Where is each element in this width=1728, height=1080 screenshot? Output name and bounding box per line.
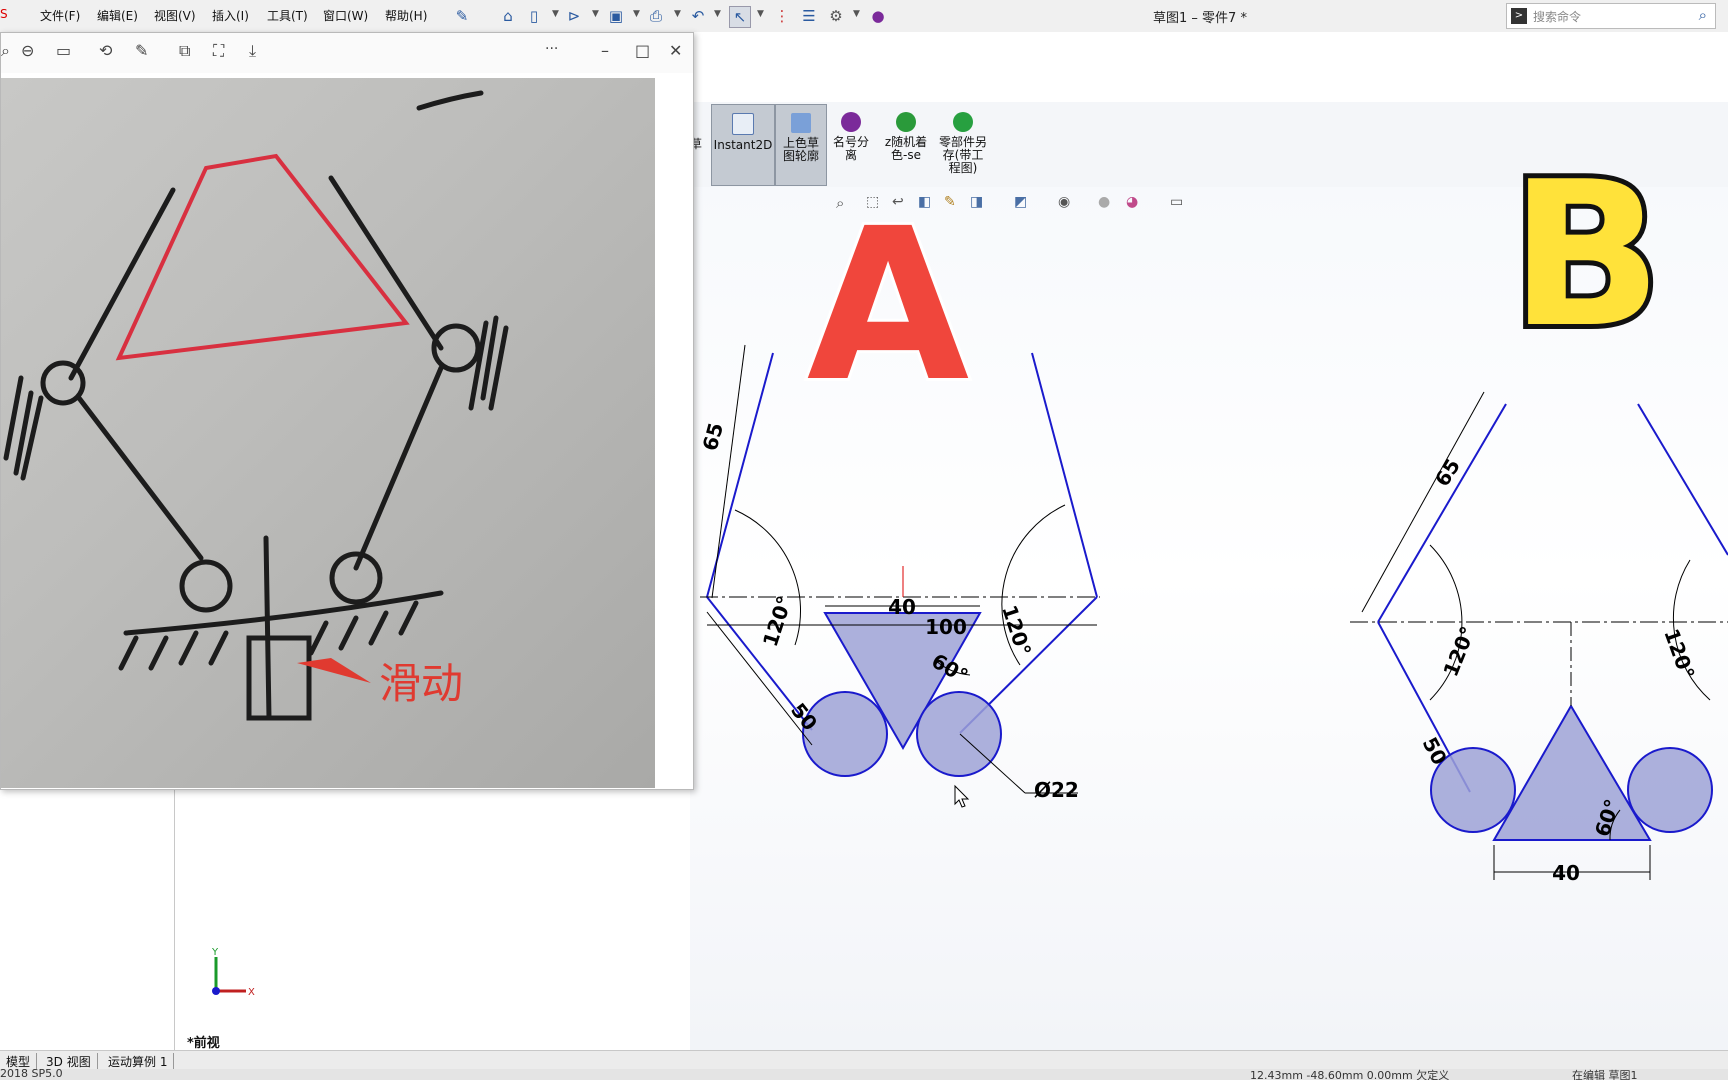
sketch-b-dim-angle-right[interactable]: 120° bbox=[1659, 626, 1699, 683]
hand-sketch-drawing: 滑动 bbox=[3, 90, 509, 721]
sketch-left-lower-link bbox=[76, 395, 204, 561]
bottom-tab-bar: 模型 3D 视图 运动算例 1 bbox=[0, 1050, 1728, 1070]
sketch-ground-line bbox=[123, 590, 444, 636]
sketch-b-dim-65-line bbox=[1361, 391, 1485, 613]
sketch-a-roller-right bbox=[916, 691, 1002, 777]
maximize-button[interactable]: □ bbox=[635, 41, 650, 60]
status-editing: 在编辑 草图1 bbox=[1572, 1069, 1638, 1080]
sketch-b-link-right bbox=[1637, 403, 1728, 556]
sketch-slider-block bbox=[246, 635, 312, 721]
sketch-b-dim-40[interactable]: 40 bbox=[1552, 861, 1580, 885]
sketch-a-dim-65[interactable]: 65 bbox=[698, 420, 728, 453]
photo-annotation-slide: 滑动 bbox=[379, 659, 463, 708]
sketch-a-dim-40[interactable]: 40 bbox=[888, 595, 916, 619]
sketch-stroke-top bbox=[416, 90, 484, 111]
sketch-right-roller bbox=[329, 551, 383, 605]
status-coordinates: 12.43mm -48.60mm 0.00mm 欠定义 bbox=[1250, 1069, 1450, 1080]
sketch-a-dim-angle-left[interactable]: 120° bbox=[758, 593, 797, 650]
sketch-a-roller-left bbox=[802, 691, 888, 777]
sketch-b-triangle bbox=[1492, 704, 1652, 841]
hand-sketch-photo: 滑动 bbox=[1, 78, 655, 788]
rotate-icon[interactable]: ⟲ bbox=[99, 41, 112, 60]
tab-motion-study[interactable]: 运动算例 1 bbox=[102, 1053, 175, 1070]
sketch-b-roller-right bbox=[1627, 747, 1713, 833]
tab-model[interactable]: 模型 bbox=[0, 1053, 38, 1070]
fit-to-window-icon[interactable]: ▭ bbox=[56, 41, 71, 60]
sketch-right-hatching bbox=[468, 315, 509, 411]
triad-x-label: X bbox=[248, 987, 255, 998]
status-version: 2018 SP5.0 bbox=[0, 1069, 63, 1080]
mouse-cursor-icon bbox=[954, 784, 970, 808]
overlay-letter-a: A bbox=[807, 183, 970, 428]
more-options-icon[interactable]: ··· bbox=[545, 41, 558, 57]
zoom-in-icon[interactable]: ⌕ bbox=[1, 41, 10, 61]
overlay-letter-b: B bbox=[1510, 139, 1662, 372]
sketch-b-link-left bbox=[1377, 403, 1507, 623]
sketch-right-top-link bbox=[328, 175, 444, 351]
sketch-b-dim-angle-left[interactable]: 120° bbox=[1438, 623, 1480, 680]
save-as-icon[interactable]: ⤓ bbox=[249, 41, 256, 61]
sketch-red-triangle bbox=[115, 153, 410, 361]
sketch-a-dim-100[interactable]: 100 bbox=[925, 615, 967, 639]
sketch-a-dim-angle-right[interactable]: 120° bbox=[997, 602, 1036, 659]
triad-y-label: Y bbox=[211, 947, 219, 958]
status-bar: 2018 SP5.0 12.43mm -48.60mm 0.00mm 欠定义 在… bbox=[0, 1069, 1728, 1080]
reference-triad: Y X bbox=[211, 947, 255, 998]
sketch-a-link-right bbox=[1031, 352, 1098, 598]
close-button[interactable]: ✕ bbox=[669, 41, 682, 60]
viewer-toolbar: ⌕ ⊖ ▭ ⟲ ✎ ⧉ ⛶ ⤓ ··· – □ ✕ bbox=[1, 33, 693, 73]
sketch-right-lower-link bbox=[353, 365, 444, 571]
sketch-left-hatching bbox=[3, 375, 44, 481]
tab-3d-view[interactable]: 3D 视图 bbox=[40, 1053, 98, 1070]
sketch-b-dim-65[interactable]: 65 bbox=[1430, 454, 1465, 490]
sketch-left-roller bbox=[179, 559, 233, 613]
sketch-a-dim-dia[interactable]: Ø22 bbox=[1034, 778, 1079, 802]
photo-viewer-window: ⌕ ⊖ ▭ ⟲ ✎ ⧉ ⛶ ⤓ ··· – □ ✕ 滑动 bbox=[0, 32, 694, 790]
sketch-vertical-center bbox=[263, 535, 272, 721]
edit-icon[interactable]: ✎ bbox=[135, 41, 148, 60]
copy-icon[interactable]: ⧉ bbox=[179, 41, 190, 61]
view-orientation-label: *前视 bbox=[187, 1036, 220, 1051]
triad-origin bbox=[212, 987, 220, 995]
zoom-out-icon[interactable]: ⊖ bbox=[21, 41, 34, 60]
minimize-button[interactable]: – bbox=[601, 41, 609, 60]
crop-icon[interactable]: ⛶ bbox=[213, 41, 224, 61]
